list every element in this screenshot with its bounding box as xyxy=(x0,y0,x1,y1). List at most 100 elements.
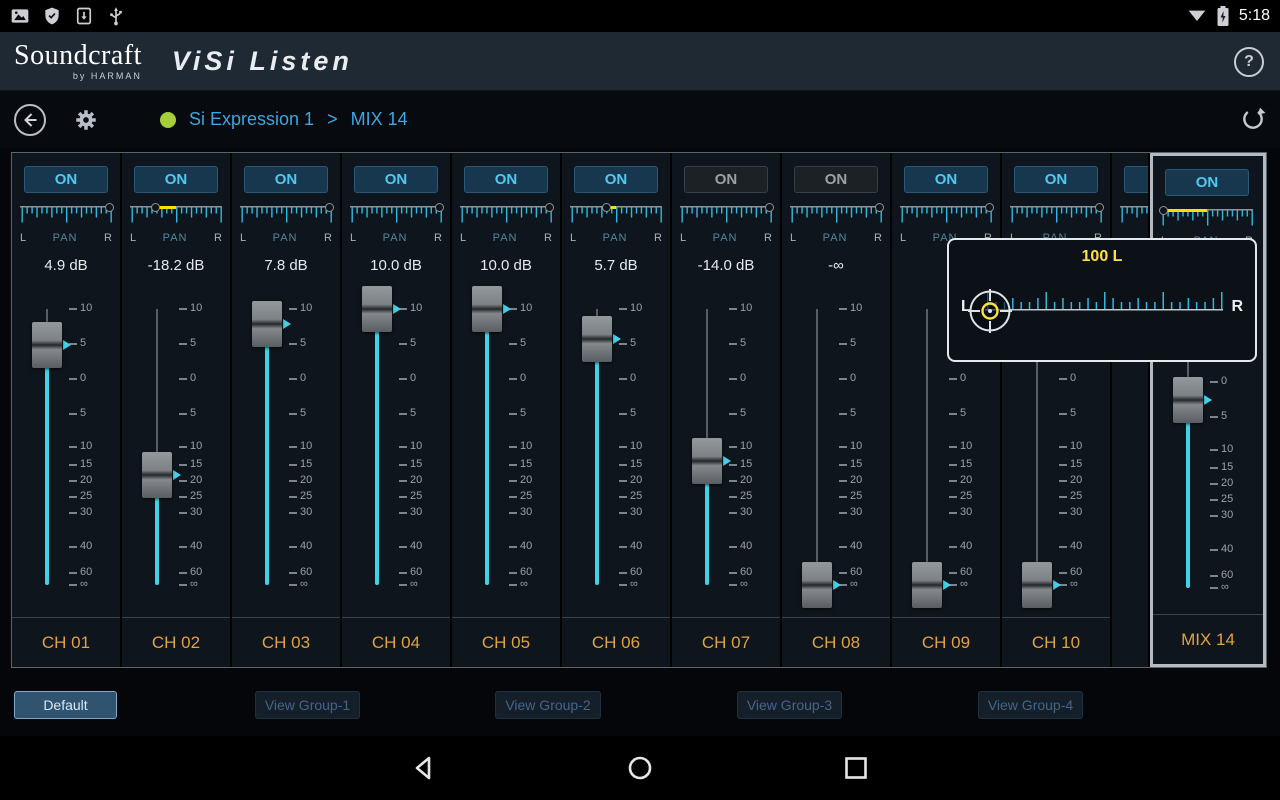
settings-button[interactable] xyxy=(72,106,100,134)
nav-home-icon[interactable] xyxy=(627,755,653,781)
help-button[interactable]: ? xyxy=(1234,47,1264,77)
channel-on-button[interactable]: ON xyxy=(134,166,218,193)
fader-cap[interactable] xyxy=(32,321,62,368)
scale-tick xyxy=(949,546,957,548)
scale-label: 10 xyxy=(80,440,93,452)
fader[interactable]: 10 5 0 5 10 15 20 25 30 40 60∞ xyxy=(782,285,890,617)
fader-db-value: 5.7 dB xyxy=(594,257,638,274)
pan-control[interactable]: L PAN R xyxy=(680,203,774,250)
channel-on-button[interactable]: ON xyxy=(24,166,108,193)
scale-label: 30 xyxy=(190,506,203,518)
scale-label: ∞ xyxy=(1221,581,1229,593)
app-title: ViSi Listen xyxy=(171,45,353,76)
channel-on-button[interactable]: ON xyxy=(464,166,548,193)
channel-on-button[interactable]: ON xyxy=(1124,166,1148,193)
fader[interactable]: 10 5 0 5 10 15 20 25 30 40 60∞ xyxy=(12,285,120,617)
pan-thumb[interactable] xyxy=(874,203,884,212)
fader[interactable]: 10 5 0 5 10 15 20 25 30 40 60∞ xyxy=(562,285,670,617)
fader-cap[interactable] xyxy=(582,316,612,363)
fader-cap[interactable] xyxy=(1173,376,1203,423)
back-button[interactable] xyxy=(14,103,46,136)
pan-control[interactable]: L PAN R xyxy=(240,203,334,250)
channel-on-button[interactable]: ON xyxy=(244,166,328,193)
scale-tick xyxy=(69,512,77,514)
pan-thumb[interactable] xyxy=(324,203,334,212)
scale-label: 10 xyxy=(1221,443,1234,455)
fader-cap[interactable] xyxy=(472,286,502,332)
channel-on-button[interactable]: ON xyxy=(1165,169,1249,196)
default-button[interactable]: Default xyxy=(14,691,117,719)
scale-label: 5 xyxy=(740,407,747,419)
breadcrumb: Si Expression 1 > MIX 14 xyxy=(189,109,408,130)
scale-label: 30 xyxy=(520,506,533,518)
pan-scale-labels: L PAN R xyxy=(20,232,112,244)
scale-tick xyxy=(1059,446,1067,448)
fader[interactable]: 10 5 0 5 10 15 20 25 30 40 60∞ xyxy=(122,285,230,617)
pan-popup-knob[interactable] xyxy=(967,288,1013,339)
scale-tick xyxy=(399,446,407,448)
scale-tick xyxy=(729,413,737,415)
pan-control[interactable]: L PAN R xyxy=(130,203,222,250)
fader[interactable]: 10 5 0 5 10 15 20 25 30 40 60∞ xyxy=(672,285,780,617)
pan-thumb[interactable] xyxy=(764,203,774,212)
channel-on-button[interactable]: ON xyxy=(574,166,658,193)
view-group-2-button[interactable]: View Group-2 xyxy=(495,691,601,719)
scale-tick xyxy=(69,378,77,380)
breadcrumb-mix[interactable]: MIX 14 xyxy=(351,109,408,130)
scale-label: 0 xyxy=(410,372,417,384)
scale-label: 20 xyxy=(1221,477,1234,489)
scale-tick xyxy=(399,464,407,466)
pan-ruler xyxy=(130,206,222,223)
channel-strip: ON L PAN R -18.2 dB 10 5 0 5 10 15 20 25 30 40 60 ∞ CH 02 xyxy=(122,153,230,667)
scale-label: 0 xyxy=(850,372,857,384)
fader-cap[interactable] xyxy=(142,452,172,499)
nav-recents-icon[interactable] xyxy=(843,755,869,781)
pan-thumb[interactable] xyxy=(544,203,554,212)
view-group-4-button[interactable]: View Group-4 xyxy=(978,691,1083,719)
fader-cap[interactable] xyxy=(362,286,392,332)
pan-popup-value: 100 L xyxy=(1081,248,1123,265)
pan-ruler xyxy=(680,206,772,223)
pan-thumb[interactable] xyxy=(434,203,444,212)
scale-label: 15 xyxy=(410,458,423,470)
pan-thumb[interactable] xyxy=(984,203,994,212)
scale-tick xyxy=(729,480,737,482)
channel-on-button[interactable]: ON xyxy=(794,166,878,193)
fader-cap[interactable] xyxy=(802,562,832,608)
fader[interactable]: 10 5 0 5 10 15 20 25 30 40 60∞ xyxy=(452,285,560,617)
fader-cap[interactable] xyxy=(912,562,942,608)
scale-tick xyxy=(1210,515,1218,517)
scale-label: 25 xyxy=(190,490,203,502)
pan-thumb[interactable] xyxy=(1094,203,1104,212)
fader[interactable]: 10 5 0 5 10 15 20 25 30 40 60∞ xyxy=(232,285,340,617)
scale-tick xyxy=(399,546,407,548)
channel-on-button[interactable]: ON xyxy=(904,166,988,193)
scale-tick xyxy=(179,496,187,498)
pan-control[interactable]: L PAN R xyxy=(460,203,554,250)
fader-cap[interactable] xyxy=(692,438,722,485)
nav-back-icon[interactable] xyxy=(411,755,437,781)
scale-tick xyxy=(729,308,737,310)
channel-on-button[interactable]: ON xyxy=(684,166,768,193)
scale-tick xyxy=(729,496,737,498)
pan-control[interactable]: L PAN R xyxy=(570,203,662,250)
view-group-3-button[interactable]: View Group-3 xyxy=(737,691,842,719)
fader-cap[interactable] xyxy=(252,301,282,348)
view-group-1-button[interactable]: View Group-1 xyxy=(255,691,360,719)
fader-cap[interactable] xyxy=(1022,562,1052,608)
scale-tick xyxy=(1059,464,1067,466)
scale-label: 60 xyxy=(850,566,863,578)
pan-thumb[interactable] xyxy=(104,203,114,212)
pan-ruler xyxy=(570,206,662,223)
channel-on-button[interactable]: ON xyxy=(1014,166,1098,193)
pan-control[interactable]: L PAN R xyxy=(350,203,444,250)
channel-on-button[interactable]: ON xyxy=(354,166,438,193)
fader-track-fill xyxy=(45,344,49,585)
pan-control[interactable]: L PAN R xyxy=(20,203,114,250)
scale-label: ∞ xyxy=(520,578,528,590)
refresh-button[interactable] xyxy=(1240,106,1266,137)
pan-control[interactable]: L PAN R xyxy=(790,203,884,250)
fader-position-arrow-icon xyxy=(283,319,291,330)
breadcrumb-device[interactable]: Si Expression 1 xyxy=(189,109,314,130)
fader[interactable]: 10 5 0 5 10 15 20 25 30 40 60∞ xyxy=(342,285,450,617)
